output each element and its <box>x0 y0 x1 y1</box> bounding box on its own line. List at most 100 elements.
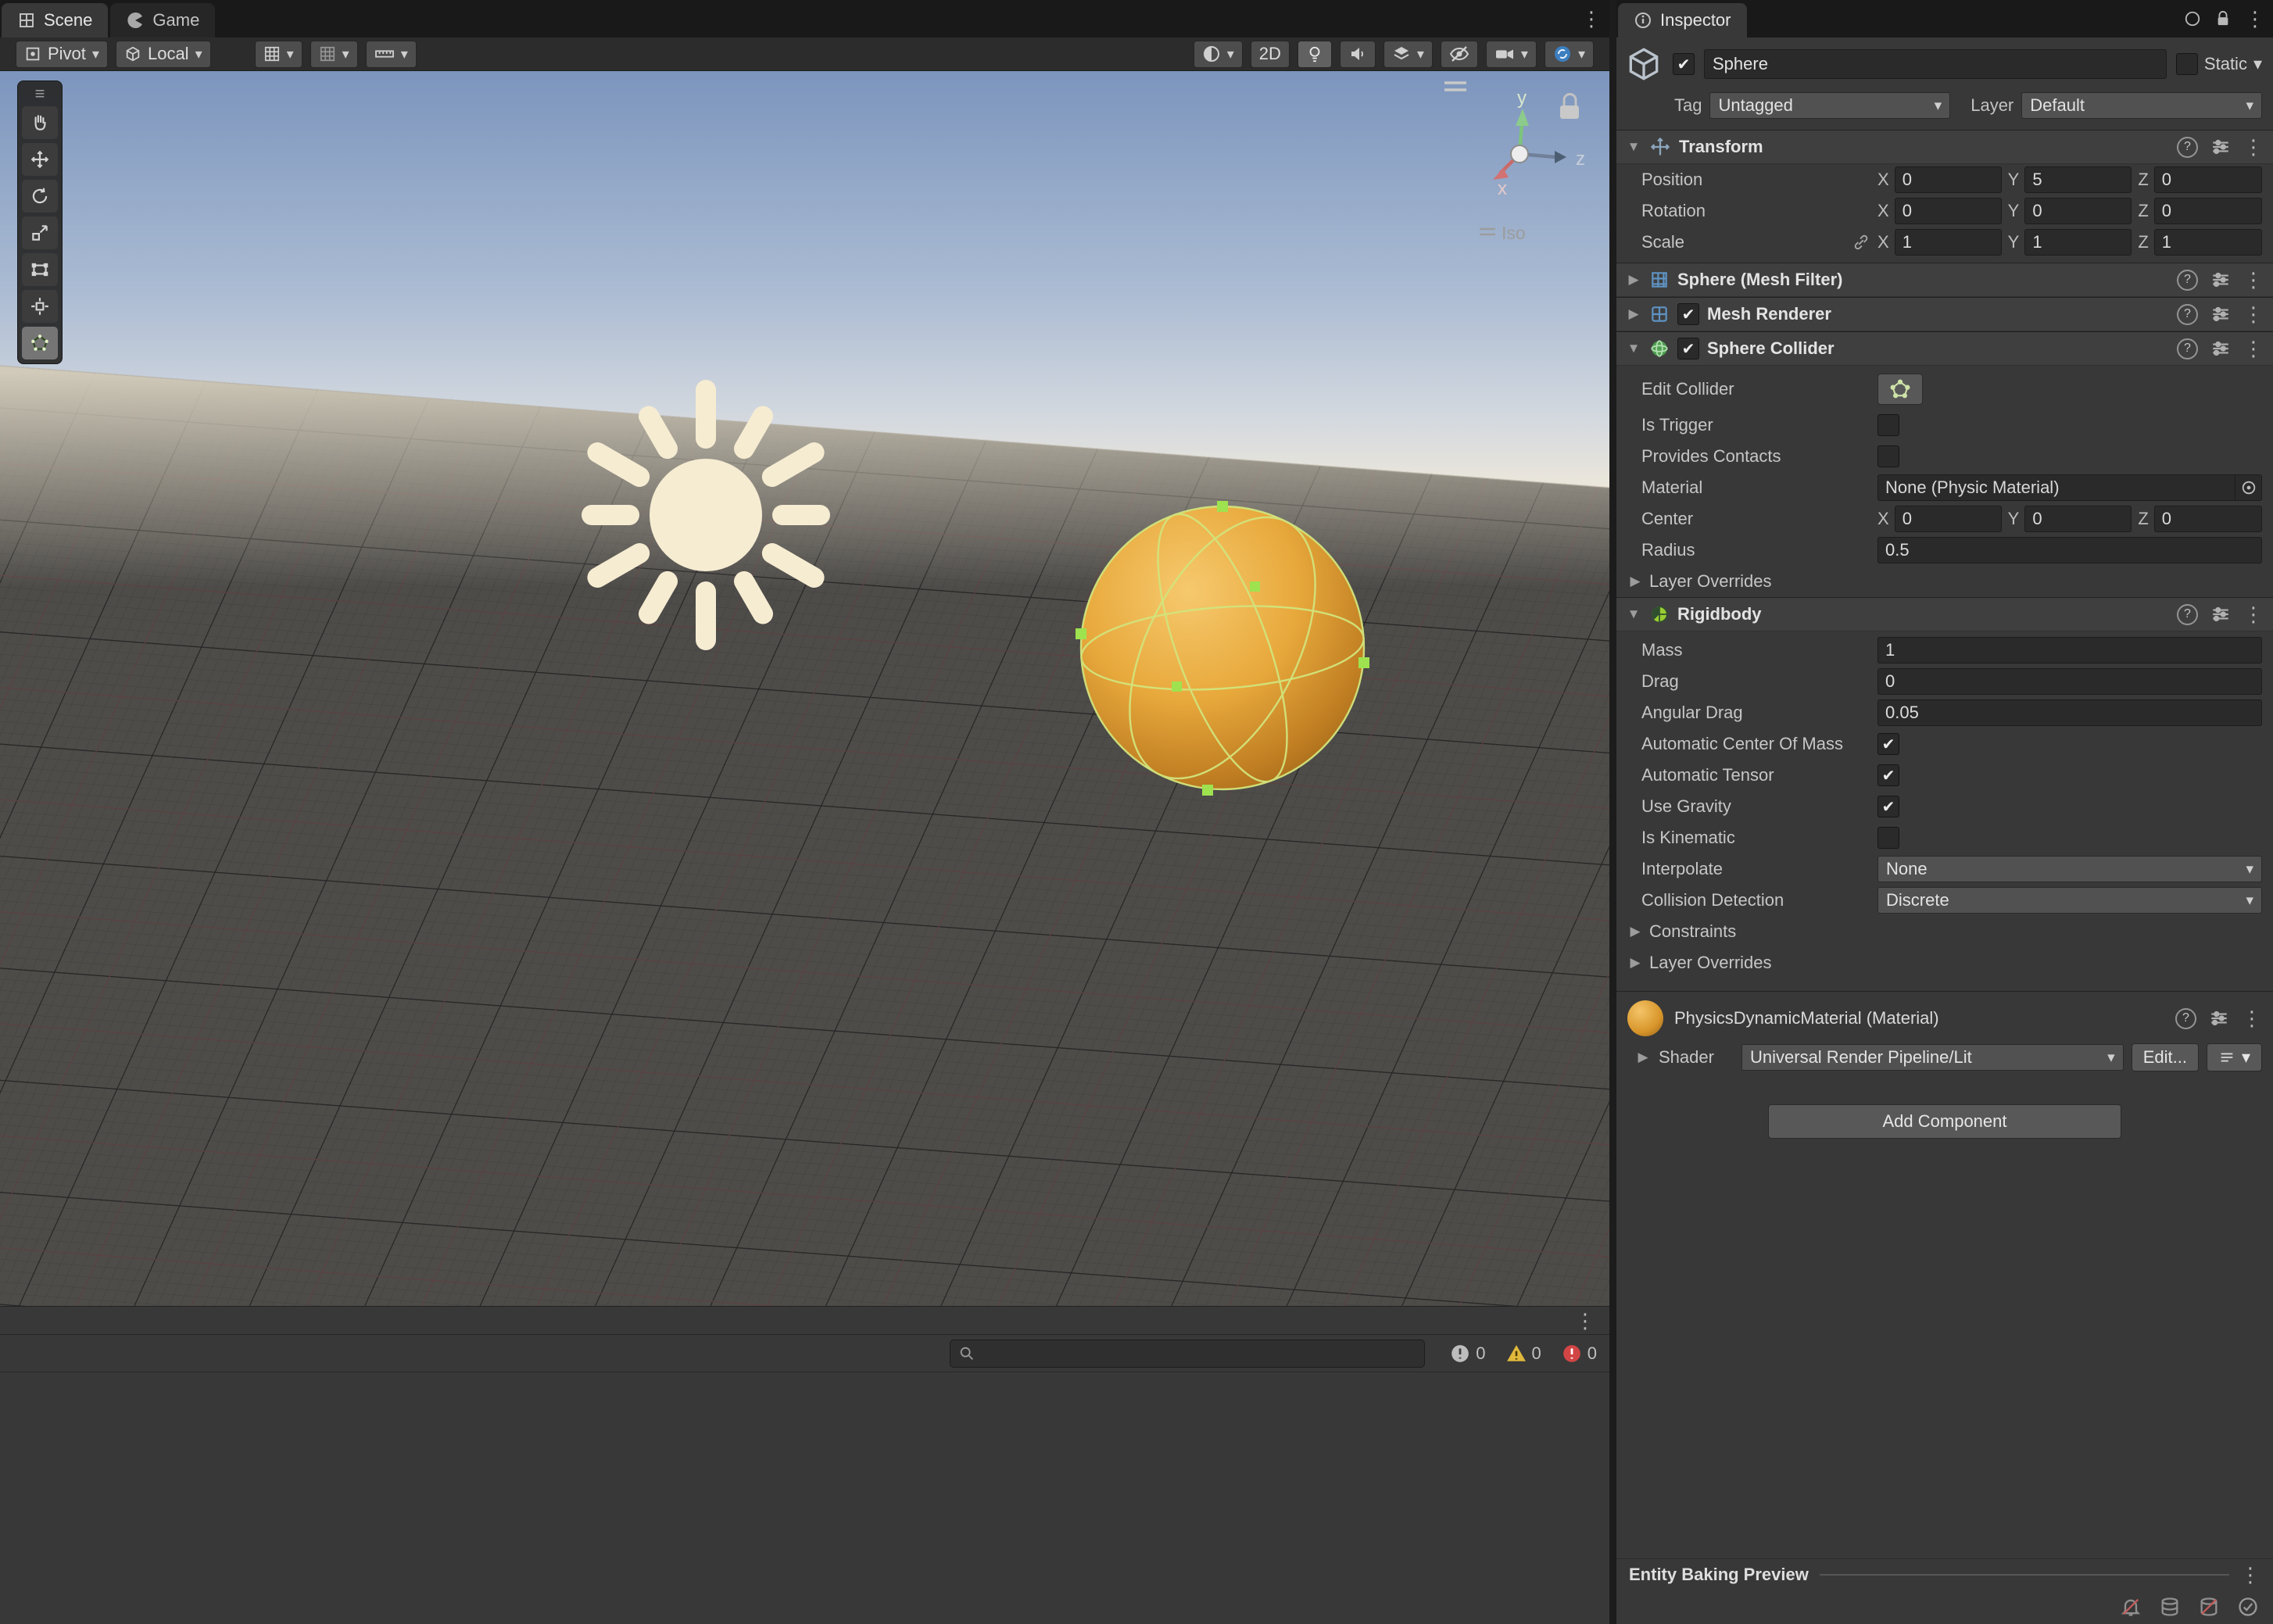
rigidbody-foldout-icon[interactable]: ▼ <box>1626 606 1641 622</box>
console-search[interactable] <box>950 1339 1426 1368</box>
sphere-collider-foldout-icon[interactable]: ▼ <box>1626 341 1641 356</box>
shader-edit-button[interactable]: Edit... <box>2131 1043 2199 1071</box>
gameobject-active-checkbox[interactable]: ✔ <box>1673 53 1695 75</box>
center-y-field[interactable]: 0 <box>2024 506 2132 532</box>
sphere-collider-help-icon[interactable]: ? <box>2177 338 2198 359</box>
material-help-icon[interactable]: ? <box>2175 1007 2196 1029</box>
material-preset-icon[interactable] <box>2209 1008 2229 1028</box>
scale-link-icon[interactable] <box>1852 234 1870 251</box>
mesh-renderer-header[interactable]: ▶ ✔ Mesh Renderer ? ⋮ <box>1616 297 2273 331</box>
history-icon[interactable] <box>2184 10 2201 27</box>
material-foldout-icon[interactable]: ▶ <box>1635 1050 1651 1065</box>
draw-mode-dropdown[interactable]: ▾ <box>1193 40 1243 68</box>
sphere-collider-menu-icon[interactable]: ⋮ <box>2243 338 2264 359</box>
material-preview-thumbnail[interactable] <box>1627 1000 1663 1036</box>
position-x-field[interactable]: 0 <box>1894 166 2002 193</box>
mesh-renderer-menu-icon[interactable]: ⋮ <box>2243 304 2264 324</box>
sphere-collider-enabled-checkbox[interactable]: ✔ <box>1677 338 1699 359</box>
angular-drag-field[interactable]: 0.05 <box>1877 699 2262 726</box>
gizmo-x-label[interactable]: x <box>1498 178 1507 199</box>
scene-tabbar-menu-icon[interactable]: ⋮ <box>1581 9 1602 29</box>
material-menu-icon[interactable]: ⋮ <box>2242 1008 2262 1028</box>
shader-dropdown[interactable]: Universal Render Pipeline/Lit ▾ <box>1741 1044 2124 1071</box>
preview-disabled-icon[interactable] <box>2198 1596 2220 1618</box>
edit-collider-button[interactable] <box>1877 374 1923 405</box>
mesh-renderer-help-icon[interactable]: ? <box>2177 303 2198 325</box>
rigidbody-help-icon[interactable]: ? <box>2177 603 2198 625</box>
lock-icon[interactable] <box>2215 10 2231 27</box>
static-control[interactable]: Static ▾ <box>2175 53 2262 75</box>
snap-increment-dropdown[interactable]: ▾ <box>365 40 417 68</box>
scale-y-field[interactable]: 1 <box>2024 229 2132 256</box>
rigidbody-layer-overrides-foldout[interactable]: ▶ Layer Overrides <box>1616 947 2273 978</box>
interpolate-dropdown[interactable]: None ▾ <box>1877 856 2262 882</box>
transform-help-icon[interactable]: ? <box>2177 136 2198 158</box>
scale-tool-button[interactable] <box>22 216 58 249</box>
edit-collider-tool-button[interactable] <box>22 327 58 359</box>
rigidbody-menu-icon[interactable]: ⋮ <box>2243 604 2264 624</box>
mesh-filter-foldout-icon[interactable]: ▶ <box>1626 272 1641 288</box>
grid-axis-dropdown[interactable]: ▾ <box>254 40 302 68</box>
scene-audio-toggle[interactable] <box>1339 40 1376 68</box>
rotation-y-field[interactable]: 0 <box>2024 198 2132 224</box>
is-trigger-checkbox[interactable] <box>1877 414 1899 436</box>
notifications-muted-icon[interactable] <box>2120 1596 2142 1618</box>
provides-contacts-checkbox[interactable] <box>1877 445 1899 467</box>
constraints-foldout[interactable]: ▶ Constraints <box>1616 916 2273 947</box>
scene-lighting-toggle[interactable] <box>1297 40 1332 68</box>
gameobject-name-field[interactable]: Sphere <box>1704 49 2167 79</box>
transform-foldout-icon[interactable]: ▼ <box>1626 139 1641 155</box>
position-z-field[interactable]: 0 <box>2153 166 2263 193</box>
position-y-field[interactable]: 5 <box>2024 166 2132 193</box>
auto-center-of-mass-checkbox[interactable]: ✔ <box>1877 733 1899 755</box>
auto-tensor-checkbox[interactable]: ✔ <box>1877 764 1899 786</box>
rotation-x-field[interactable]: 0 <box>1894 198 2002 224</box>
hand-tool-button[interactable] <box>22 106 58 139</box>
transform-header[interactable]: ▼ Transform ? ⋮ <box>1616 130 2273 164</box>
rigidbody-header[interactable]: ▼ Rigidbody ? ⋮ <box>1616 597 2273 631</box>
cache-icon[interactable] <box>2159 1596 2181 1618</box>
mesh-renderer-preset-icon[interactable] <box>2210 304 2231 324</box>
use-gravity-checkbox[interactable]: ✔ <box>1877 796 1899 817</box>
collider-layer-overrides-foldout[interactable]: ▶ Layer Overrides <box>1616 566 2273 597</box>
tab-game[interactable]: Game <box>110 3 216 38</box>
grid-snap-dropdown[interactable]: ▾ <box>310 40 358 68</box>
entity-baking-menu-icon[interactable]: ⋮ <box>2240 1565 2260 1585</box>
console-search-input[interactable] <box>982 1343 1417 1363</box>
bottom-panel-menu-icon[interactable]: ⋮ <box>1575 1311 1595 1331</box>
console-warning-toggle[interactable]: 0 <box>1506 1343 1541 1364</box>
static-checkbox[interactable] <box>2175 53 2198 75</box>
tab-scene[interactable]: Scene <box>2 3 109 38</box>
scale-x-field[interactable]: 1 <box>1894 229 2002 256</box>
mesh-renderer-enabled-checkbox[interactable]: ✔ <box>1677 303 1699 325</box>
scene-visibility-toggle[interactable] <box>1440 40 1478 68</box>
pivot-mode-dropdown[interactable]: Pivot ▾ <box>16 40 108 68</box>
collision-detection-dropdown[interactable]: Discrete ▾ <box>1877 887 2262 914</box>
mesh-filter-preset-icon[interactable] <box>2210 270 2231 290</box>
transform-menu-icon[interactable]: ⋮ <box>2243 137 2264 157</box>
is-kinematic-checkbox[interactable] <box>1877 827 1899 849</box>
projection-mode-label[interactable]: Iso <box>1502 223 1526 243</box>
sphere-collider-preset-icon[interactable] <box>2210 338 2231 359</box>
add-component-button[interactable]: Add Component <box>1768 1104 2121 1139</box>
scale-z-field[interactable]: 1 <box>2153 229 2263 256</box>
center-z-field[interactable]: 0 <box>2153 506 2263 532</box>
mesh-renderer-foldout-icon[interactable]: ▶ <box>1626 306 1641 322</box>
gizmo-z-label[interactable]: z <box>1576 148 1585 170</box>
mesh-filter-header[interactable]: ▶ Sphere (Mesh Filter) ? ⋮ <box>1616 263 2273 297</box>
transform-preset-icon[interactable] <box>2210 137 2231 157</box>
shader-options-button[interactable]: ▾ <box>2206 1043 2262 1071</box>
transform-tool-button[interactable] <box>22 290 58 323</box>
radius-field[interactable]: 0.5 <box>1877 537 2262 563</box>
layer-dropdown[interactable]: Default ▾ <box>2021 92 2262 119</box>
drag-field[interactable]: 0 <box>1877 668 2262 695</box>
scene-camera-dropdown[interactable]: ▾ <box>1485 40 1537 68</box>
center-x-field[interactable]: 0 <box>1894 506 2002 532</box>
mesh-filter-help-icon[interactable]: ? <box>2177 269 2198 291</box>
object-picker-icon[interactable] <box>2235 475 2261 500</box>
tag-dropdown[interactable]: Untagged ▾ <box>1709 92 1951 119</box>
tools-drag-handle[interactable]: ≡ <box>22 84 58 103</box>
entity-baking-bar[interactable]: Entity Baking Preview ⋮ <box>1616 1558 2273 1590</box>
physic-material-field[interactable]: None (Physic Material) <box>1877 474 2262 501</box>
inspector-menu-icon[interactable]: ⋮ <box>2245 9 2265 29</box>
